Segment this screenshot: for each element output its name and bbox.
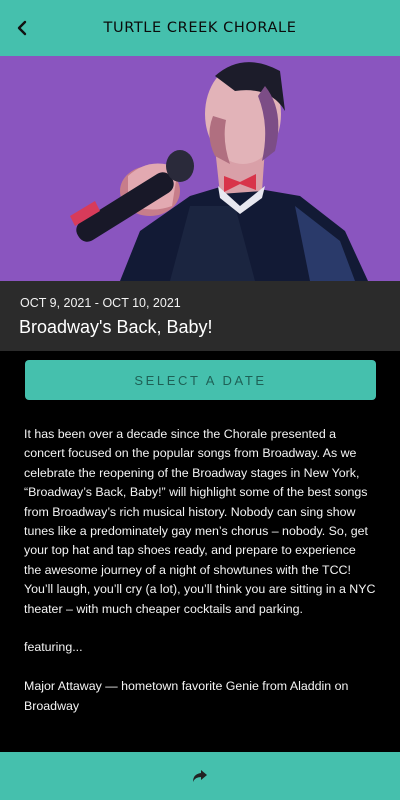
app-header: TURTLE CREEK CHORALE [0, 0, 400, 56]
event-description: It has been over a decade since the Chor… [24, 425, 376, 735]
event-title: Broadway's Back, Baby! [19, 317, 213, 337]
chevron-left-icon [17, 20, 27, 36]
page-title: TURTLE CREEK CHORALE [103, 20, 297, 36]
event-hero-image [0, 56, 400, 281]
description-text: It has been over a decade since the Chor… [24, 427, 376, 616]
featured-performer: Major Attaway — hometown favorite Genie … [24, 679, 349, 713]
event-info-bar: OCT 9, 2021 - OCT 10, 2021 Broadway's Ba… [0, 281, 400, 351]
share-arrow-icon [193, 770, 207, 782]
featuring-label: featuring... [24, 640, 83, 655]
singer-illustration [0, 56, 400, 281]
bottom-toolbar [0, 752, 400, 800]
back-button[interactable] [6, 12, 38, 44]
share-button[interactable] [185, 761, 215, 791]
event-dates: OCT 9, 2021 - OCT 10, 2021 [20, 296, 181, 310]
select-date-button[interactable]: SELECT A DATE [25, 360, 376, 400]
